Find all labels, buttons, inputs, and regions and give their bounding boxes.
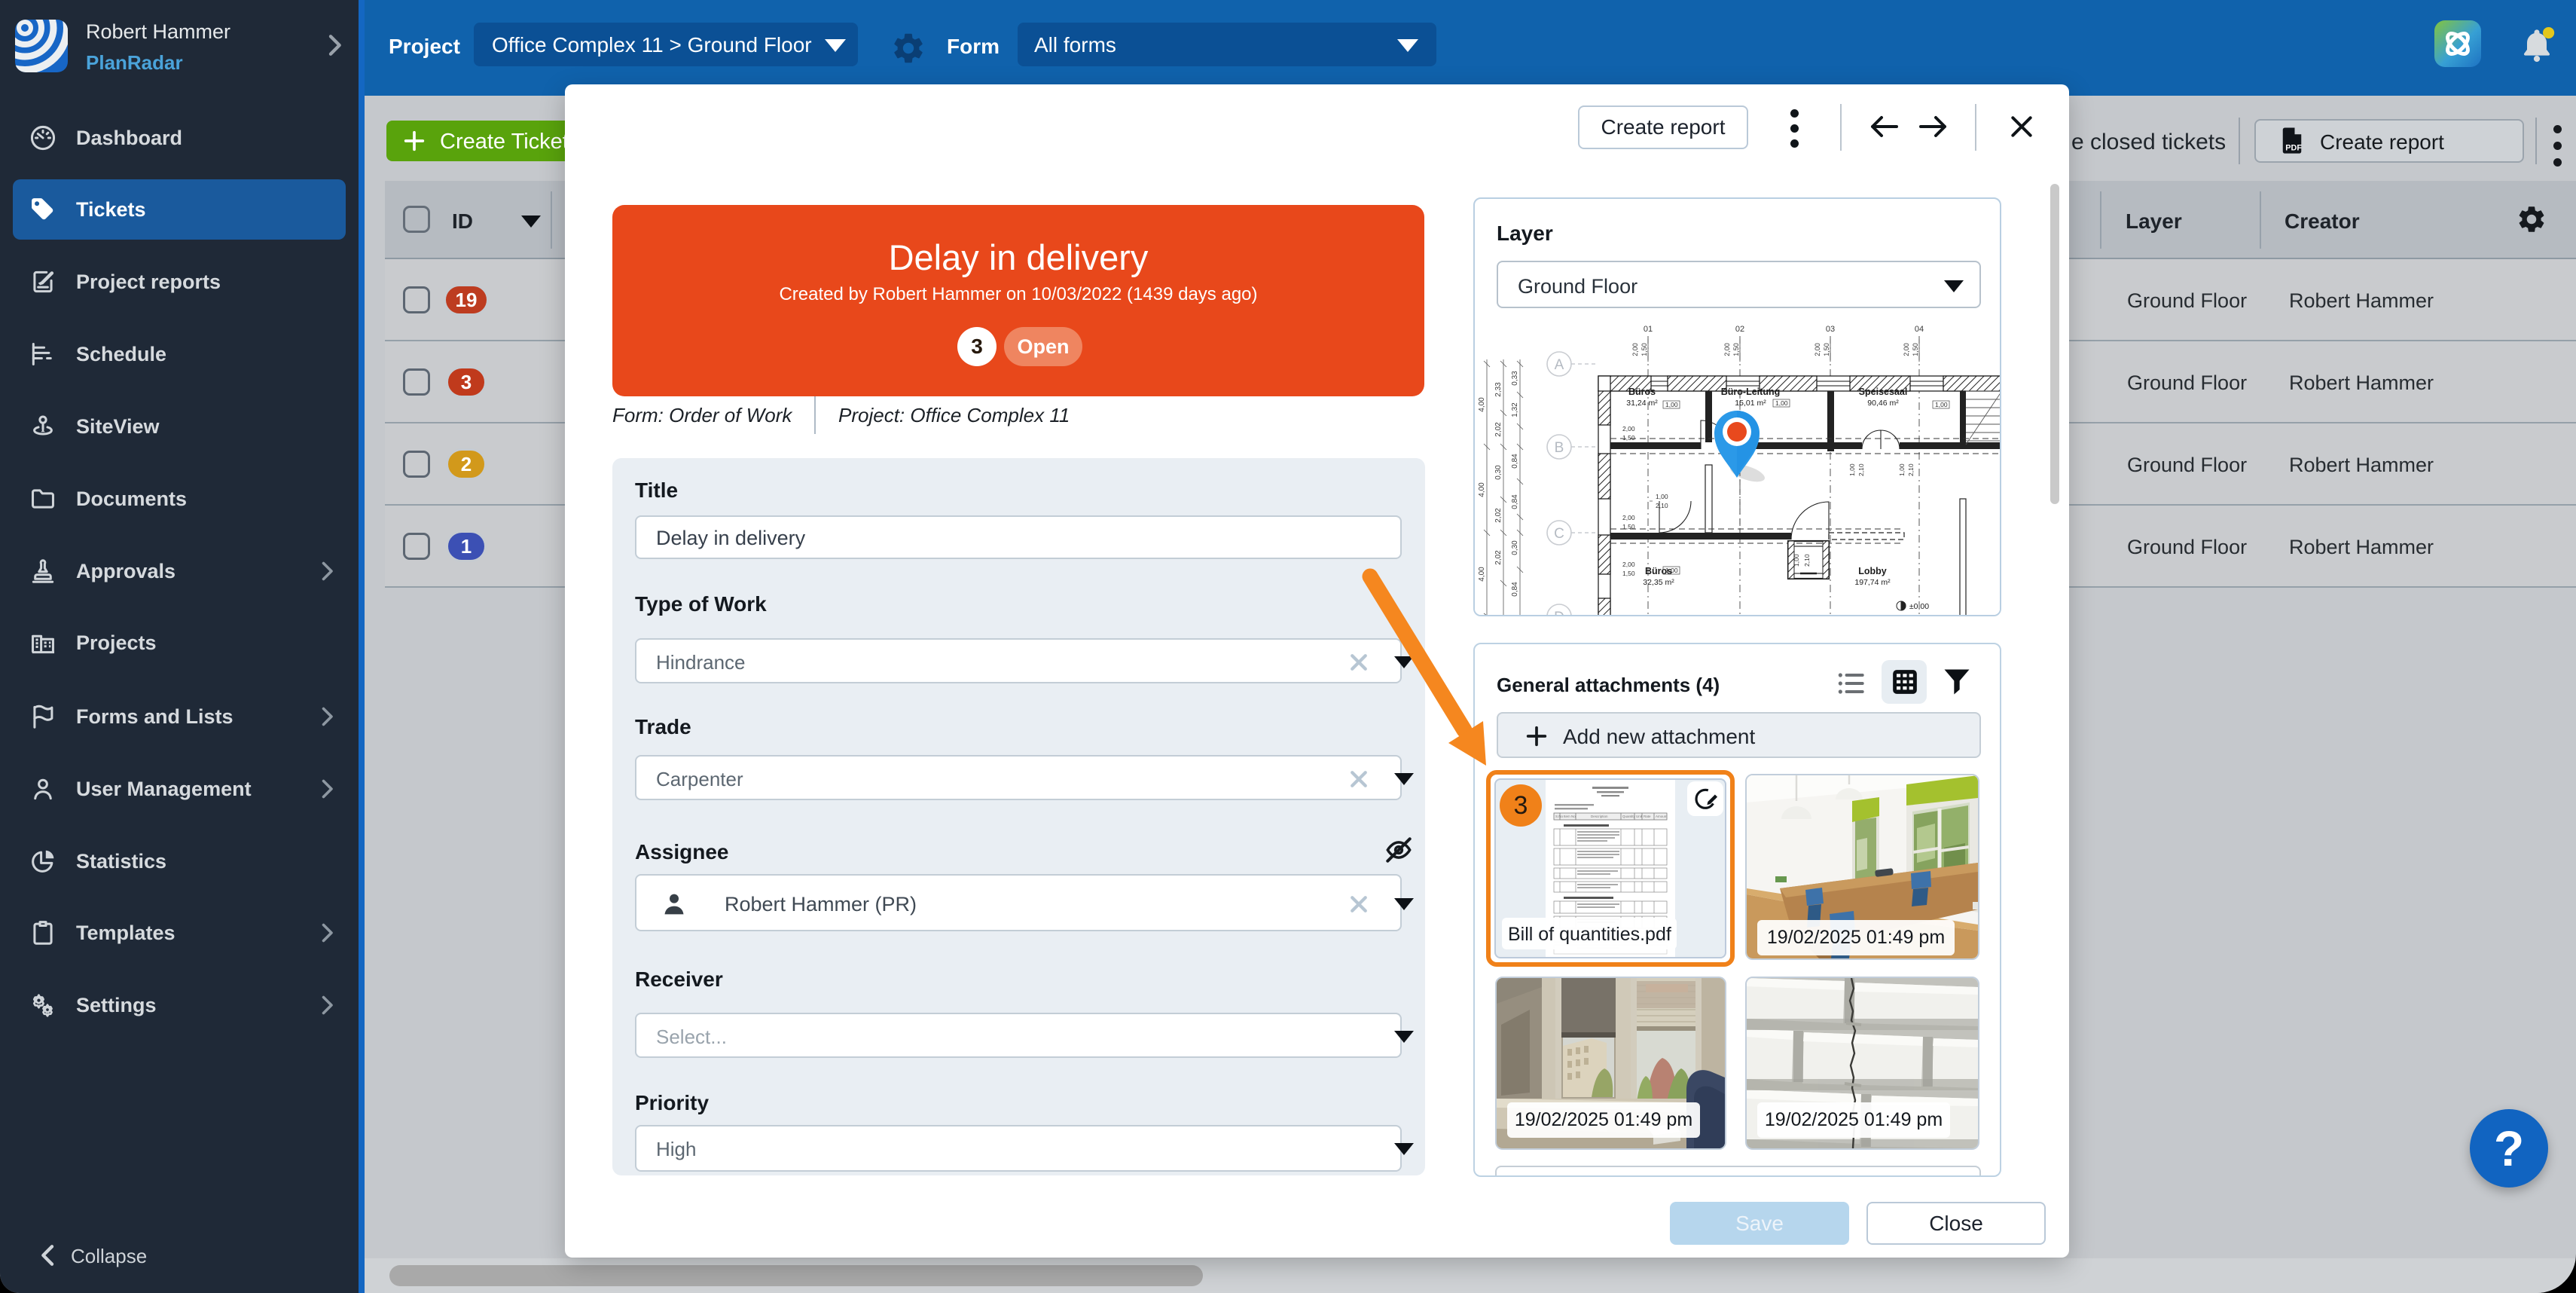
svg-text:31,24 m²: 31,24 m² xyxy=(1626,399,1658,408)
svg-text:1,00: 1,00 xyxy=(1935,401,1948,408)
svg-text:4,00: 4,00 xyxy=(1478,397,1486,412)
svg-text:Büro-Leitung: Büro-Leitung xyxy=(1721,387,1780,397)
svg-text:2,10: 2,10 xyxy=(1907,463,1915,476)
svg-text:A: A xyxy=(1555,357,1564,373)
svg-text:1,00: 1,00 xyxy=(1775,399,1788,407)
svg-text:1,00: 1,00 xyxy=(1665,567,1678,574)
svg-text:4,00: 4,00 xyxy=(1478,482,1486,497)
svg-text:Item No: Item No xyxy=(1564,815,1576,818)
svg-text:1,00: 1,00 xyxy=(1793,554,1800,567)
svg-text:15,01 m²: 15,01 m² xyxy=(1735,399,1766,408)
svg-text:Speisesaal: Speisesaal xyxy=(1859,387,1908,397)
svg-text:2,02: 2,02 xyxy=(1494,508,1503,523)
svg-text:1,50: 1,50 xyxy=(1912,343,1919,356)
svg-text:02: 02 xyxy=(1735,325,1744,334)
svg-text:0,30: 0,30 xyxy=(1494,465,1503,480)
svg-text:±0,00: ±0,00 xyxy=(1909,602,1929,611)
svg-text:1,50: 1,50 xyxy=(1622,523,1635,530)
svg-text:Amount: Amount xyxy=(1656,815,1668,818)
svg-text:Description: Description xyxy=(1591,815,1608,818)
svg-text:32,35 m²: 32,35 m² xyxy=(1643,578,1674,587)
svg-text:Rate: Rate xyxy=(1644,815,1651,818)
svg-text:1,00: 1,00 xyxy=(1665,401,1678,408)
svg-text:0,84: 0,84 xyxy=(1511,494,1519,509)
svg-text:0,84: 0,84 xyxy=(1511,454,1519,469)
svg-text:B: B xyxy=(1555,440,1564,456)
svg-text:S.No: S.No xyxy=(1555,815,1564,818)
svg-text:0,33: 0,33 xyxy=(1511,371,1519,386)
svg-text:04: 04 xyxy=(1915,325,1924,334)
svg-text:2,00: 2,00 xyxy=(1622,425,1635,433)
svg-text:2,00: 2,00 xyxy=(1723,343,1731,356)
svg-text:1,50: 1,50 xyxy=(1622,434,1635,442)
svg-text:1,50: 1,50 xyxy=(1622,570,1635,577)
svg-text:Lobby: Lobby xyxy=(1858,566,1887,576)
svg-text:2,00: 2,00 xyxy=(1814,343,1821,356)
svg-text:1,00: 1,00 xyxy=(1898,463,1906,476)
svg-text:1,00: 1,00 xyxy=(1656,493,1668,500)
svg-text:03: 03 xyxy=(1826,325,1835,334)
svg-text:01: 01 xyxy=(1644,325,1653,334)
svg-text:1,50: 1,50 xyxy=(1641,343,1648,356)
svg-text:2,10: 2,10 xyxy=(1857,463,1865,476)
svg-text:2,33: 2,33 xyxy=(1494,382,1503,397)
svg-text:2,02: 2,02 xyxy=(1494,422,1503,437)
svg-text:1,50: 1,50 xyxy=(1823,343,1830,356)
svg-text:PDF: PDF xyxy=(2285,143,2302,152)
svg-text:2,00: 2,00 xyxy=(1903,343,1910,356)
svg-text:197,74 m²: 197,74 m² xyxy=(1854,578,1891,587)
svg-text:2,10: 2,10 xyxy=(1803,554,1811,567)
svg-text:1,32: 1,32 xyxy=(1511,402,1519,417)
svg-text:2,00: 2,00 xyxy=(1622,514,1635,521)
svg-text:2,10: 2,10 xyxy=(1656,502,1668,509)
svg-text:Quantity: Quantity xyxy=(1622,815,1636,818)
svg-text:C: C xyxy=(1554,526,1564,542)
svg-text:90,46 m²: 90,46 m² xyxy=(1867,399,1899,408)
svg-text:2,00: 2,00 xyxy=(1631,343,1639,356)
svg-text:1,00: 1,00 xyxy=(1848,463,1856,476)
svg-text:Unit: Unit xyxy=(1636,815,1643,818)
svg-text:1,50: 1,50 xyxy=(1732,343,1740,356)
svg-text:D: D xyxy=(1554,610,1564,616)
svg-text:Büros: Büros xyxy=(1628,387,1656,397)
svg-text:2,00: 2,00 xyxy=(1622,561,1635,568)
